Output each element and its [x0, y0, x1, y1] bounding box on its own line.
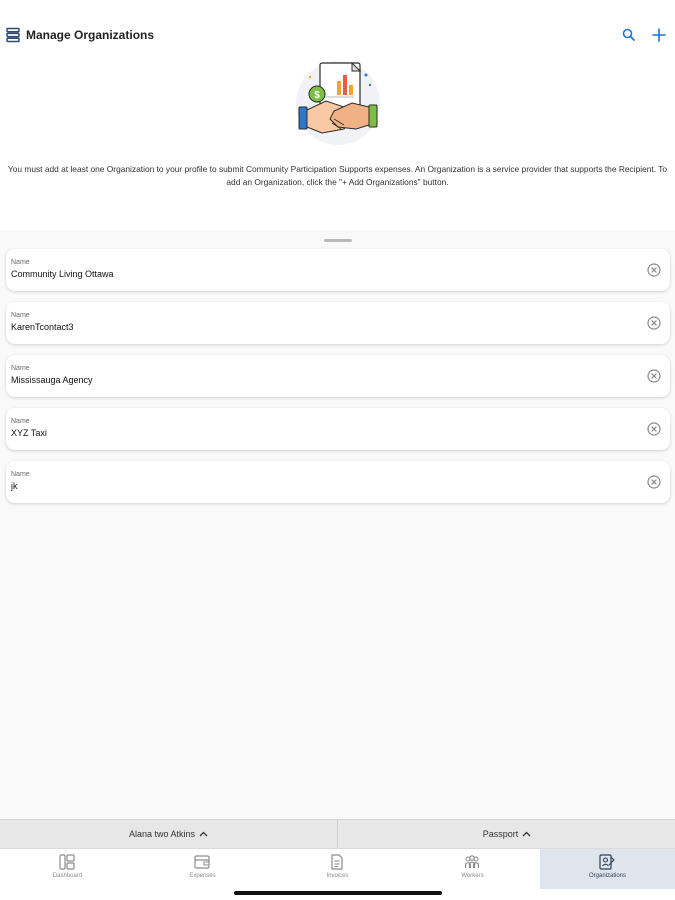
- recipient-name: Alana two Atkins: [128, 829, 196, 839]
- field-label: Name: [11, 365, 30, 372]
- passport-selector[interactable]: Passport: [339, 820, 675, 848]
- organization-card[interactable]: Name Community Living Ottawa: [6, 249, 670, 291]
- svg-text:$: $: [314, 90, 320, 101]
- search-icon: [622, 28, 635, 41]
- field-label: Name: [11, 259, 30, 266]
- wallet-icon: [194, 855, 210, 869]
- clear-icon[interactable]: [647, 422, 661, 436]
- organization-name: Community Living Ottawa: [11, 269, 114, 279]
- field-label: Name: [11, 471, 30, 478]
- tab-label: Invoices: [326, 873, 349, 879]
- chevron-up-icon: [522, 831, 531, 837]
- page-title: Manage Organizations: [26, 28, 155, 42]
- info-text: You must add at least one Organization t…: [7, 164, 668, 187]
- field-label: Name: [11, 418, 30, 425]
- passport-label: Passport: [482, 829, 519, 839]
- organizations-icon: [599, 854, 615, 870]
- workers-icon: [464, 855, 480, 868]
- organization-name: Mississauga Agency: [11, 375, 93, 385]
- add-organization-button[interactable]: [650, 26, 668, 44]
- clear-icon[interactable]: [647, 475, 661, 489]
- drag-handle[interactable]: [324, 239, 352, 242]
- tab-expenses[interactable]: Expenses: [135, 849, 270, 889]
- organization-card[interactable]: Name XYZ Taxi: [6, 408, 670, 450]
- tab-label: Dashboard: [52, 873, 83, 879]
- organization-name: XYZ Taxi: [11, 428, 47, 438]
- handshake-illustration: $: [296, 61, 380, 145]
- dashboard-icon: [59, 854, 75, 870]
- organization-name: jk: [11, 481, 18, 491]
- title-row: Manage Organizations: [6, 26, 154, 44]
- search-button[interactable]: [620, 26, 638, 44]
- tab-dashboard[interactable]: Dashboard: [0, 849, 135, 889]
- tab-organizations[interactable]: Organizations: [540, 849, 675, 889]
- tab-label: Workers: [461, 873, 484, 879]
- clear-icon[interactable]: [647, 263, 661, 277]
- header: Manage Organizations $ You must add at l…: [0, 0, 675, 230]
- field-label: Name: [11, 312, 30, 319]
- tab-label: Organizations: [588, 873, 627, 879]
- organization-card[interactable]: Name KarenTcontact3: [6, 302, 670, 344]
- invoice-icon: [331, 854, 343, 870]
- tab-invoices[interactable]: Invoices: [270, 849, 405, 889]
- organization-card[interactable]: Name jk: [6, 461, 670, 503]
- tab-workers[interactable]: Workers: [405, 849, 540, 889]
- organization-name: KarenTcontact3: [11, 322, 74, 332]
- chevron-up-icon: [199, 831, 208, 837]
- clear-icon[interactable]: [647, 369, 661, 383]
- plus-icon: [652, 28, 666, 42]
- home-indicator: [234, 891, 442, 895]
- list-icon: [6, 27, 20, 43]
- organization-card[interactable]: Name Mississauga Agency: [6, 355, 670, 397]
- tab-label: Expenses: [189, 873, 216, 879]
- clear-icon[interactable]: [647, 316, 661, 330]
- context-selector-bar: Alana two Atkins Passport: [0, 819, 675, 848]
- recipient-selector[interactable]: Alana two Atkins: [0, 820, 338, 848]
